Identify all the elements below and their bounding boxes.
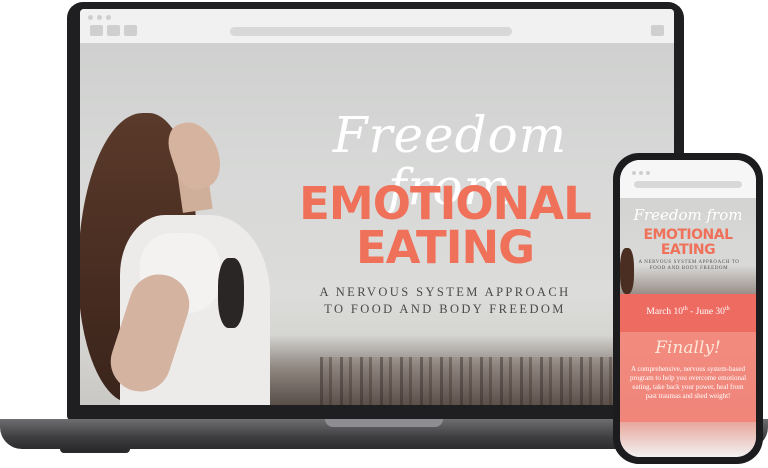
window-dot-icon xyxy=(639,171,643,175)
phone-hero-title-line-2: EATING xyxy=(660,242,716,258)
hero-subtitle-line-2: TO FOOD AND BODY FREEDOM xyxy=(324,302,566,316)
intro-section: Finally! A comprehensive, nervous system… xyxy=(620,332,756,422)
window-dot-icon xyxy=(646,171,650,175)
hero-subtitle-line-1: A NERVOUS SYSTEM APPROACH xyxy=(319,285,571,299)
date-band: March 10th - June 30th xyxy=(620,294,756,332)
window-dot-icon xyxy=(632,171,636,175)
menu-button-icon[interactable] xyxy=(651,25,664,36)
laptop-foot xyxy=(60,449,130,453)
window-dot-icon[interactable] xyxy=(97,15,102,20)
program-description: A comprehensive, nervous system-based pr… xyxy=(629,365,747,400)
forward-button-icon[interactable] xyxy=(107,25,120,36)
address-bar[interactable] xyxy=(230,27,512,36)
laptop-screen: Freedom from EMOTIONAL EATING A NERVOUS … xyxy=(80,9,674,405)
phone-hero-banner: Freedom from EMOTIONAL EATING A NERVOUS … xyxy=(620,198,756,294)
phone-footer-fade xyxy=(620,422,756,457)
hero-banner: Freedom from EMOTIONAL EATING A NERVOUS … xyxy=(80,43,674,405)
phone-browser-chrome xyxy=(620,160,756,198)
phone-hero-subtitle: A NERVOUS SYSTEM APPROACH TO FOOD AND BO… xyxy=(638,260,740,271)
window-dot-icon[interactable] xyxy=(88,15,93,20)
hero-subtitle: A NERVOUS SYSTEM APPROACH TO FOOD AND BO… xyxy=(280,284,610,318)
phone-hero-script-title: Freedom from xyxy=(633,206,743,224)
finally-heading: Finally! xyxy=(655,338,721,358)
phone-address-bar[interactable] xyxy=(634,181,742,188)
window-dot-icon[interactable] xyxy=(106,15,111,20)
program-dates: March 10th - June 30th xyxy=(646,306,730,318)
reload-button-icon[interactable] xyxy=(124,25,137,36)
phone-screen: Freedom from EMOTIONAL EATING A NERVOUS … xyxy=(620,160,756,457)
browser-chrome xyxy=(80,9,674,43)
hero-title-line-2: EATING xyxy=(355,221,535,274)
phone-hero-title-line-1: EMOTIONAL xyxy=(643,227,733,243)
laptop-notch xyxy=(325,419,443,427)
back-button-icon[interactable] xyxy=(90,25,103,36)
